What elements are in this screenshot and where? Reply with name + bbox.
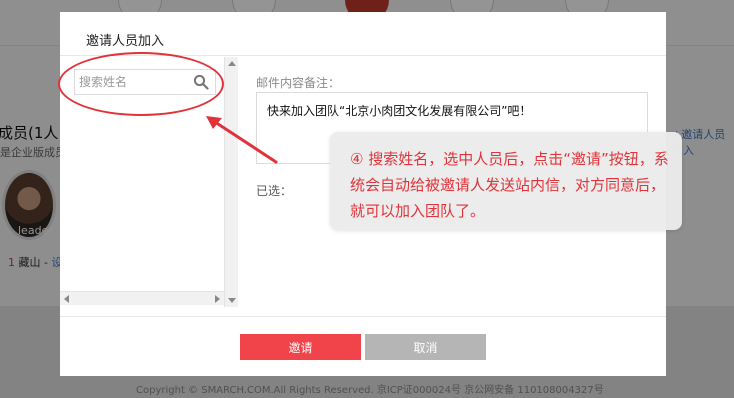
dialog-header: 邀请人员加入 <box>60 12 666 56</box>
cancel-button[interactable]: 取消 <box>365 334 486 360</box>
dialog-footer: 邀请 取消 <box>60 316 666 376</box>
search-input[interactable] <box>79 72 189 92</box>
instruction-text: ④ 搜索姓名，选中人员后，点击“邀请”按钮，系统会自动给被邀请人发送站内信，对方… <box>350 150 669 220</box>
search-icon[interactable] <box>193 74 209 90</box>
instruction-tooltip: ④ 搜索姓名，选中人员后，点击“邀请”按钮，系统会自动给被邀请人发送站内信，对方… <box>330 132 682 230</box>
dialog-title: 邀请人员加入 <box>86 34 165 49</box>
pointer-arrow-icon <box>206 116 278 164</box>
email-note-label: 邮件内容备注： <box>256 76 341 90</box>
member-picker-panel <box>60 57 238 307</box>
scroll-up-icon[interactable] <box>228 61 236 66</box>
horizontal-scrollbar[interactable] <box>60 291 224 305</box>
vertical-scrollbar[interactable] <box>224 57 238 307</box>
search-box[interactable] <box>74 69 216 95</box>
selected-label: 已选： <box>256 184 293 198</box>
invite-button[interactable]: 邀请 <box>240 334 361 360</box>
scroll-right-icon[interactable] <box>215 295 220 303</box>
scroll-down-icon[interactable] <box>228 298 236 303</box>
scroll-left-icon[interactable] <box>64 295 69 303</box>
